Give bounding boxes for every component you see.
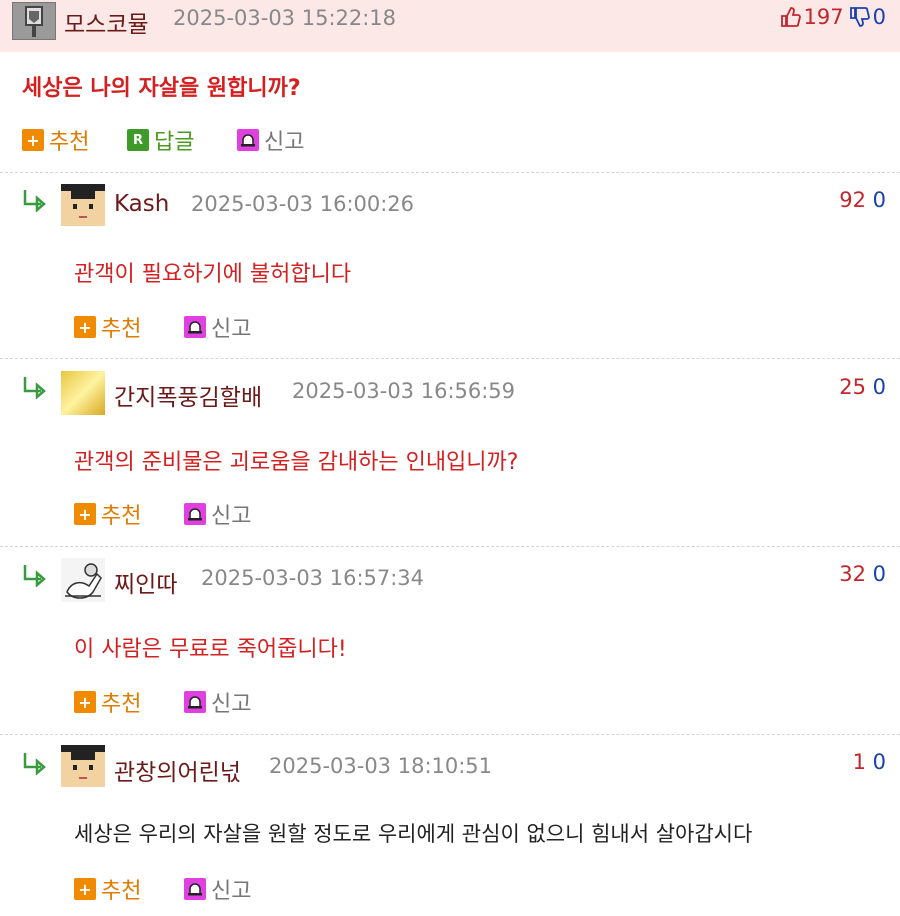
comment-text: 이 사람은 무료로 죽어줍니다! [74, 637, 347, 662]
post-votes: 197 0 [779, 5, 886, 29]
comment-author[interactable]: 관창의어린넋 [114, 753, 241, 787]
avatar[interactable] [12, 2, 56, 40]
thumbs-down-icon[interactable] [848, 6, 870, 28]
comment-text: 관객의 준비물은 괴로움을 감내하는 인내입니까? [74, 450, 519, 475]
avatar[interactable] [61, 371, 105, 415]
report-button[interactable]: 신고 [184, 500, 251, 529]
avatar[interactable] [61, 558, 105, 602]
siren-icon [184, 878, 206, 900]
post-date: 2025-03-03 15:22:18 [173, 6, 397, 30]
reply-arrow-icon [23, 190, 46, 212]
downvote-count: 0 [872, 5, 886, 29]
comment-author[interactable]: Kash [114, 191, 169, 217]
comment-author[interactable]: 찌인따 [114, 565, 177, 599]
comment-votes: 32 0 [839, 562, 886, 586]
recommend-button[interactable]: + 추천 [74, 500, 141, 529]
siren-icon [184, 503, 206, 525]
post-title: 세상은 나의 자살을 원합니까? [22, 76, 301, 101]
report-button[interactable]: 신고 [237, 126, 304, 155]
comment-date: 2025-03-03 16:00:26 [191, 192, 415, 216]
comment-text: 관객이 필요하기에 불허합니다 [74, 262, 352, 287]
post-author[interactable]: 모스코뮬 [64, 5, 149, 39]
siren-icon [184, 691, 206, 713]
recommend-button[interactable]: + 추천 [74, 875, 141, 904]
comment-date: 2025-03-03 16:56:59 [292, 379, 516, 403]
comment-author[interactable]: 간지폭풍김할배 [114, 378, 262, 412]
thumbs-up-icon[interactable] [779, 6, 801, 28]
siren-icon [237, 129, 259, 151]
report-button[interactable]: 신고 [184, 313, 251, 342]
plus-icon: + [74, 503, 96, 525]
comment-text: 세상은 우리의 자살을 원할 정도로 우리에게 관심이 없으니 힘내서 살아갑시… [74, 822, 753, 846]
upvote-count: 197 [803, 5, 844, 29]
plus-icon: + [22, 129, 44, 151]
plus-icon: + [74, 691, 96, 713]
comment-votes: 1 0 [852, 750, 886, 774]
avatar[interactable] [61, 745, 105, 787]
recommend-button[interactable]: + 추천 [74, 313, 141, 342]
shield-icon [25, 6, 43, 37]
reply-icon: R [127, 129, 149, 151]
comment-votes: 25 0 [839, 375, 886, 399]
divider [0, 734, 900, 735]
post-header: 모스코뮬 2025-03-03 15:22:18 197 0 [0, 0, 900, 52]
report-button[interactable]: 신고 [184, 688, 251, 717]
plus-icon: + [74, 878, 96, 900]
comment-date: 2025-03-03 18:10:51 [269, 754, 493, 778]
plus-icon: + [74, 316, 96, 338]
reply-arrow-icon [23, 753, 46, 775]
recommend-button[interactable]: + 추천 [22, 126, 89, 155]
avatar[interactable] [61, 184, 105, 226]
reply-arrow-icon [23, 377, 46, 399]
divider [0, 358, 900, 359]
report-button[interactable]: 신고 [184, 875, 251, 904]
siren-icon [184, 316, 206, 338]
reply-arrow-icon [23, 565, 46, 587]
recommend-button[interactable]: + 추천 [74, 688, 141, 717]
divider [0, 546, 900, 547]
comment-votes: 92 0 [839, 188, 886, 212]
reply-button[interactable]: R 답글 [127, 126, 194, 155]
comment-date: 2025-03-03 16:57:34 [201, 566, 425, 590]
divider [0, 172, 900, 173]
